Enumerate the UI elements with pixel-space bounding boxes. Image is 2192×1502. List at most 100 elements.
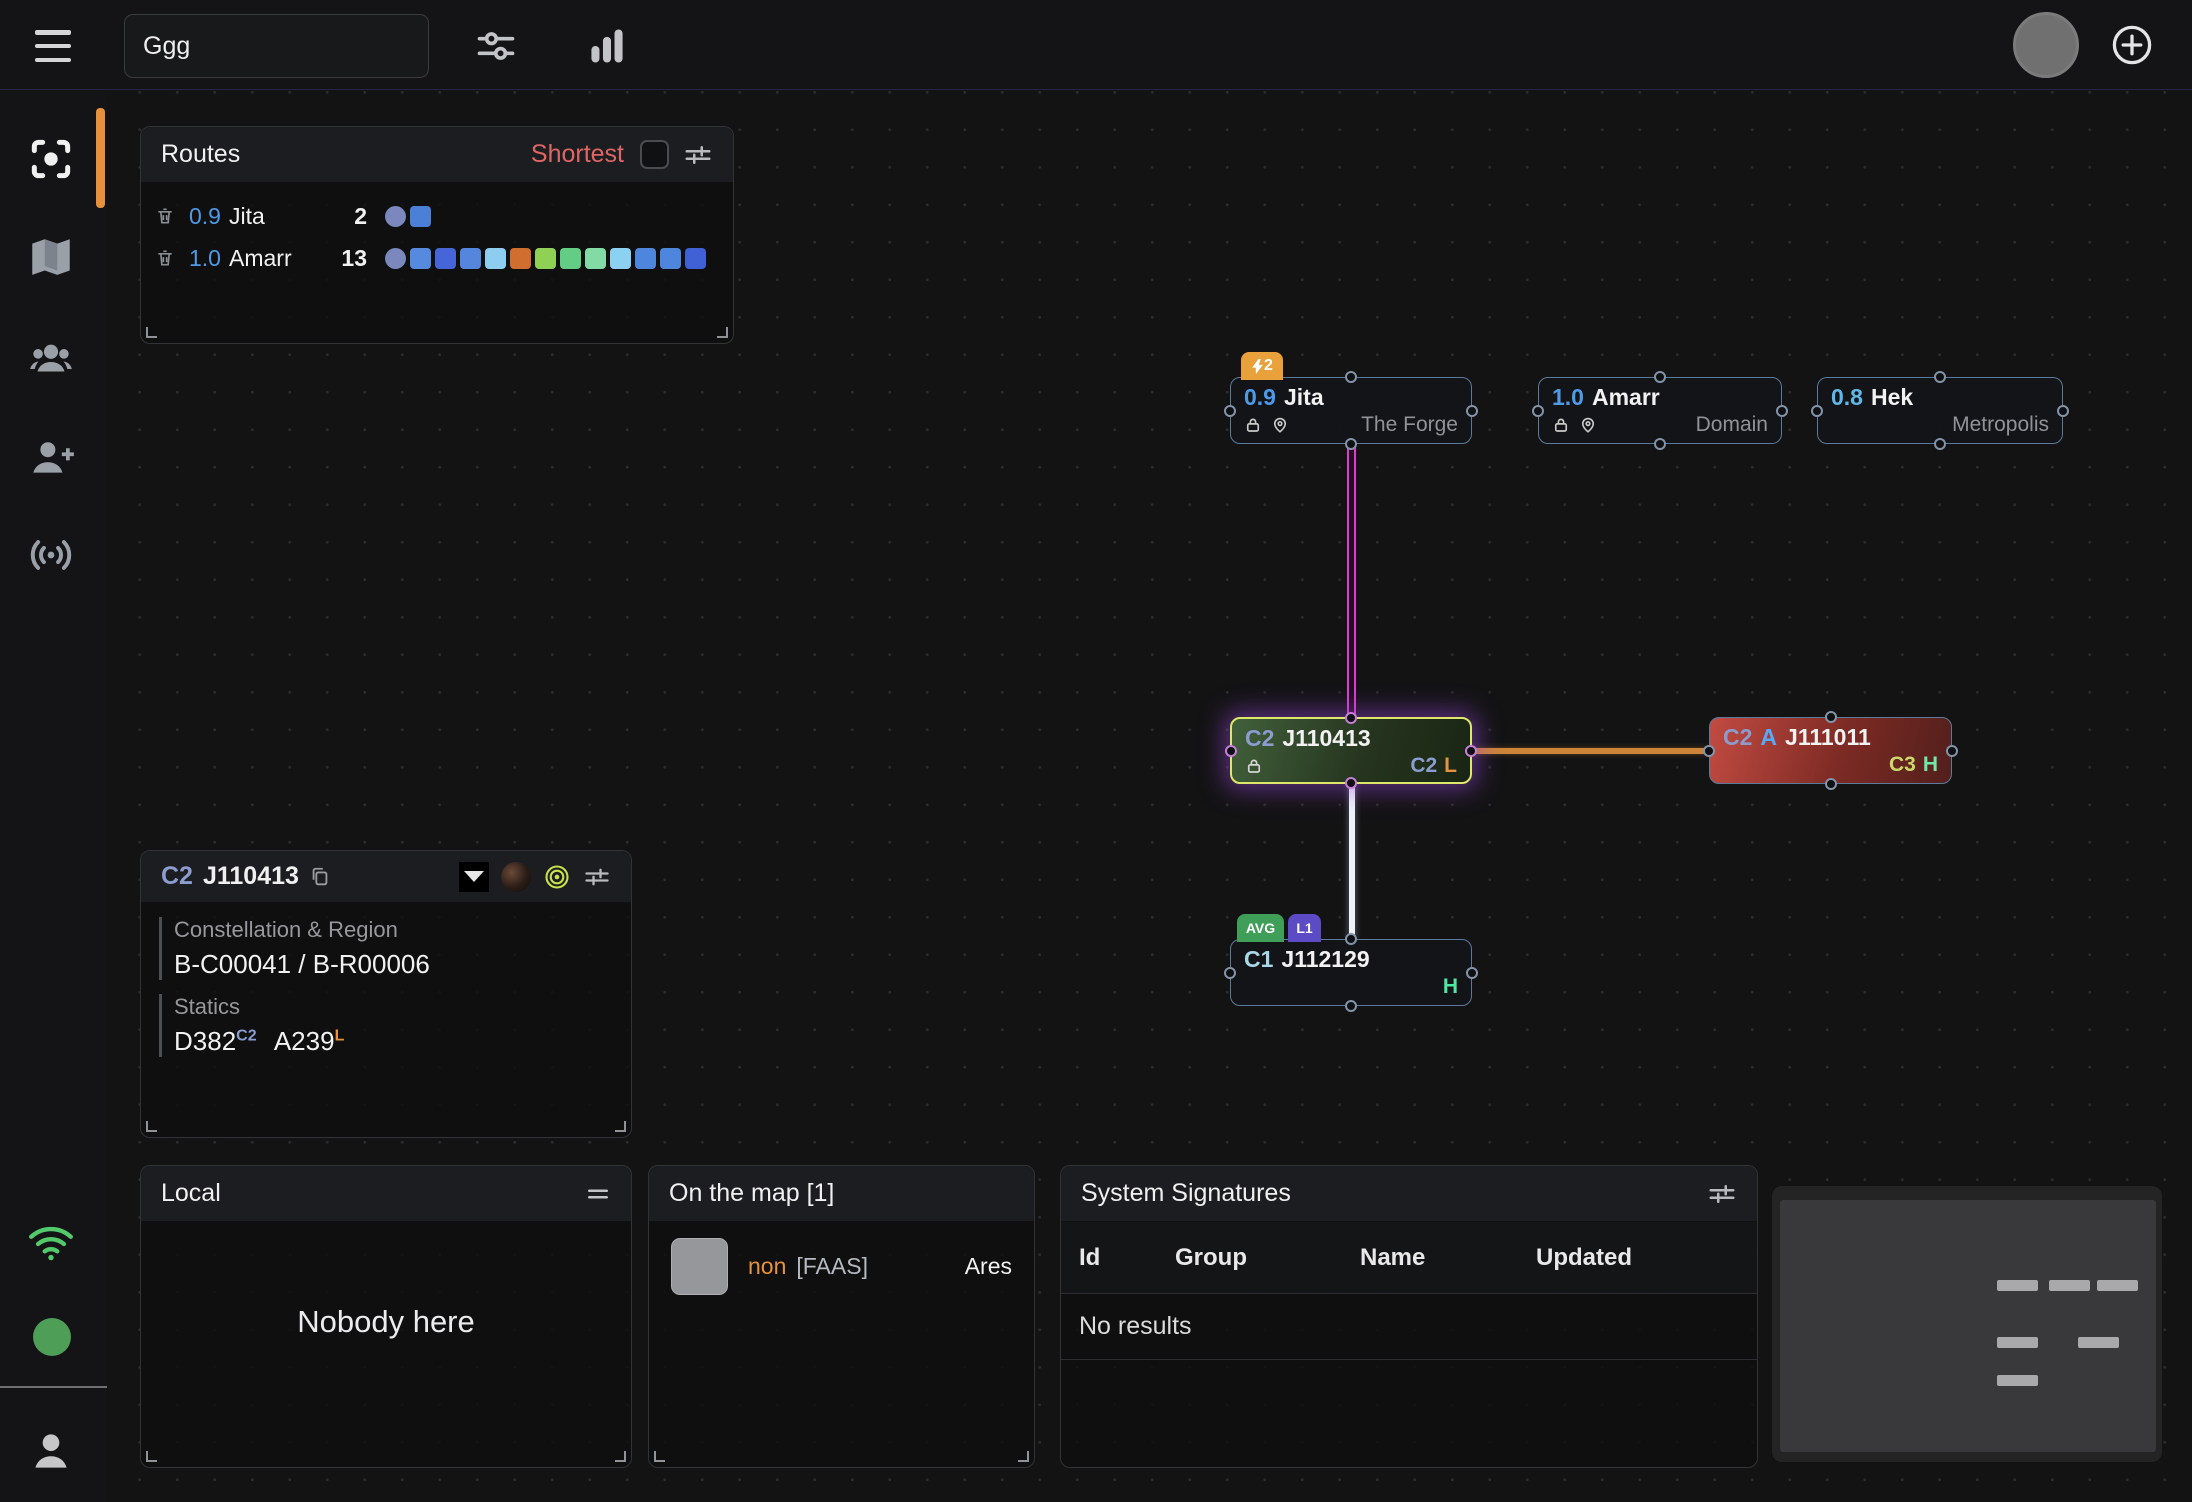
node-connector-dot[interactable]	[1825, 711, 1837, 723]
route-hop-chip	[585, 248, 606, 269]
local-menu-icon[interactable]	[585, 1181, 611, 1207]
column-name[interactable]: Name	[1360, 1244, 1536, 1272]
map-icon[interactable]	[26, 232, 76, 282]
node-connector-dot[interactable]	[1345, 777, 1357, 789]
signatures-header[interactable]: System Signatures	[1061, 1166, 1757, 1222]
connection-j110413-j111011[interactable]	[1473, 748, 1709, 754]
static-class: C2	[1410, 754, 1437, 778]
node-connector-dot[interactable]	[1465, 745, 1477, 757]
routes-settings-icon[interactable]	[683, 140, 713, 170]
route-row-amarr[interactable]: 1.0 Amarr 13	[155, 237, 719, 279]
node-connector-dot[interactable]	[1946, 745, 1958, 757]
connection-jita-j110413[interactable]	[1347, 447, 1356, 717]
column-group[interactable]: Group	[1175, 1244, 1360, 1272]
online-status-dot	[33, 1318, 71, 1356]
node-connector-dot[interactable]	[1532, 405, 1544, 417]
signatures-column-headers: Id Group Name Updated	[1061, 1222, 1757, 1294]
minimap-viewport[interactable]	[1780, 1200, 2156, 1452]
resize-handle[interactable]	[717, 327, 728, 338]
region-label: The Forge	[1361, 413, 1458, 437]
add-person-icon[interactable]	[26, 432, 76, 482]
on-the-map-header[interactable]: On the map [1]	[649, 1166, 1034, 1222]
resize-handle[interactable]	[146, 1451, 157, 1462]
route-hop-chip	[560, 248, 581, 269]
on-the-map-title: On the map [1]	[669, 1179, 834, 1208]
node-connector-dot[interactable]	[1345, 1000, 1357, 1012]
minimap[interactable]	[1772, 1186, 2162, 1462]
resize-handle[interactable]	[654, 1451, 665, 1462]
node-connector-dot[interactable]	[2057, 405, 2069, 417]
node-connector-dot[interactable]	[1934, 438, 1946, 450]
resize-handle[interactable]	[146, 327, 157, 338]
menu-icon[interactable]	[35, 30, 71, 62]
system-class: C2	[161, 862, 193, 891]
node-connector-dot[interactable]	[1466, 405, 1478, 417]
static-sec: L	[1444, 754, 1457, 778]
delete-route-icon[interactable]	[155, 248, 175, 268]
lock-icon	[1245, 757, 1263, 775]
node-connector-dot[interactable]	[1224, 967, 1236, 979]
route-hop-chip	[660, 248, 681, 269]
node-connector-dot[interactable]	[1345, 438, 1357, 450]
node-connector-dot[interactable]	[1934, 371, 1946, 383]
shortest-label[interactable]: Shortest	[531, 140, 624, 169]
filter-sliders-icon[interactable]	[474, 24, 518, 68]
column-updated[interactable]: Updated	[1536, 1244, 1632, 1272]
focus-map-icon[interactable]	[26, 134, 76, 184]
node-connector-dot[interactable]	[1345, 933, 1357, 945]
system-name: Hek	[1871, 384, 1913, 411]
route-hop-chip	[510, 248, 531, 269]
security-status: 0.9	[1244, 384, 1276, 411]
people-icon[interactable]	[26, 333, 76, 383]
node-connector-dot[interactable]	[1224, 405, 1236, 417]
resize-handle[interactable]	[615, 1451, 626, 1462]
node-connector-dot[interactable]	[1654, 371, 1666, 383]
copy-icon[interactable]	[309, 865, 331, 889]
node-connector-dot[interactable]	[1776, 405, 1788, 417]
system-node-jita[interactable]: 2 0.9Jita The Forge	[1230, 377, 1472, 444]
delete-route-icon[interactable]	[155, 206, 175, 226]
wormhole-class: C2	[1723, 724, 1752, 751]
character-icon[interactable]	[26, 1426, 76, 1476]
node-connector-dot[interactable]	[1345, 712, 1357, 724]
node-connector-dot[interactable]	[1466, 967, 1478, 979]
route-destination: Jita	[229, 203, 329, 230]
resize-handle[interactable]	[615, 1121, 626, 1132]
system-node-j112129[interactable]: AVG L1 C1J112129 H	[1230, 939, 1472, 1006]
routes-panel-header[interactable]: Routes Shortest	[141, 127, 733, 183]
map-name-input[interactable]	[124, 14, 429, 78]
local-panel-header[interactable]: Local	[141, 1166, 631, 1222]
node-connector-dot[interactable]	[1654, 438, 1666, 450]
node-connector-dot[interactable]	[1811, 405, 1823, 417]
route-hop-chip	[685, 248, 706, 269]
local-title: Local	[161, 1179, 221, 1208]
statics-label: Statics	[174, 994, 631, 1020]
region-label: Metropolis	[1952, 413, 2049, 437]
node-connector-dot[interactable]	[1225, 745, 1237, 757]
add-map-icon[interactable]	[2110, 23, 2154, 67]
route-row-jita[interactable]: 0.9 Jita 2	[155, 195, 719, 237]
pilot-row[interactable]: non [FAAS] Ares	[649, 1222, 1034, 1311]
system-node-j111011[interactable]: C2AJ111011 C3H	[1709, 717, 1952, 784]
connection-j110413-j112129[interactable]	[1349, 784, 1355, 939]
system-node-hek[interactable]: 0.8Hek Metropolis	[1817, 377, 2063, 444]
bar-chart-icon[interactable]	[585, 24, 629, 68]
signatures-settings-icon[interactable]	[1707, 1179, 1737, 1209]
static-type: L	[335, 1027, 345, 1044]
sovereignty-logo	[459, 862, 489, 892]
system-node-amarr[interactable]: 1.0Amarr Domain	[1538, 377, 1782, 444]
shortest-checkbox[interactable]	[640, 140, 669, 169]
broadcast-icon[interactable]	[26, 530, 76, 580]
info-settings-icon[interactable]	[583, 863, 611, 891]
node-connector-dot[interactable]	[1825, 778, 1837, 790]
system-info-header[interactable]: C2 J110413	[141, 851, 631, 903]
node-connector-dot[interactable]	[1703, 745, 1715, 757]
user-avatar[interactable]	[2013, 12, 2079, 78]
column-id[interactable]: Id	[1079, 1244, 1175, 1272]
route-hop-chip	[410, 248, 431, 269]
resize-handle[interactable]	[146, 1121, 157, 1132]
static-sec: H	[1443, 975, 1458, 999]
resize-handle[interactable]	[1018, 1451, 1029, 1462]
node-connector-dot[interactable]	[1345, 371, 1357, 383]
system-node-j110413-selected[interactable]: C2J110413 C2L	[1230, 717, 1472, 784]
